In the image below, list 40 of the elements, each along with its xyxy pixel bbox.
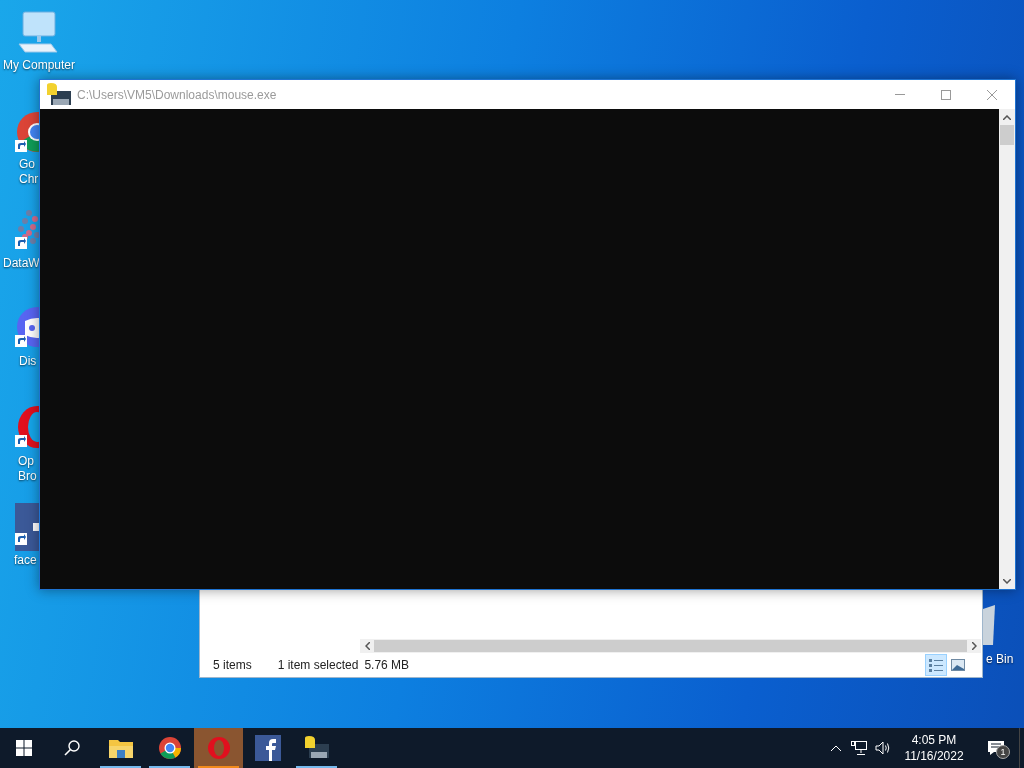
folder-icon	[108, 738, 133, 758]
file-size: 5.76 MB	[364, 657, 410, 674]
icon-label: Op	[18, 454, 34, 469]
icon-label: Bro	[18, 469, 37, 484]
icon-label: My Computer	[3, 58, 76, 73]
computer-icon	[15, 10, 61, 54]
details-icon	[928, 658, 944, 672]
search-icon	[64, 740, 80, 756]
clock[interactable]: 4:05 PM 11/16/2022	[895, 728, 973, 768]
caret-left-icon	[364, 642, 370, 650]
icon-label: e Bin	[986, 652, 1014, 667]
caret-up-icon	[1003, 114, 1011, 120]
icon-label: Go	[19, 157, 35, 172]
horizontal-scrollbar-thumb[interactable]	[374, 640, 967, 652]
maximize-icon	[941, 89, 951, 100]
console-icon	[304, 736, 329, 760]
minimize-icon	[895, 94, 905, 95]
icon-label: face	[14, 553, 37, 568]
details-view-button[interactable]	[925, 654, 947, 676]
speaker-icon	[875, 741, 891, 755]
selection-status: 1 item selected	[277, 657, 359, 674]
vertical-scrollbar-thumb[interactable]	[1000, 125, 1014, 145]
window-title: C:\Users\VM5\Downloads\mouse.exe	[77, 86, 277, 104]
caret-down-icon	[1003, 578, 1011, 584]
notification-count-badge: 1	[996, 745, 1010, 759]
opera-icon	[206, 736, 231, 760]
image-icon	[951, 659, 965, 671]
caret-up-icon	[831, 745, 841, 751]
close-icon	[987, 89, 997, 100]
caret-right-icon	[971, 642, 977, 650]
icon-label: Chr	[19, 172, 39, 187]
console-icon	[47, 82, 71, 107]
action-center-button[interactable]: 1	[973, 728, 1019, 768]
facebook-icon	[254, 735, 281, 761]
icon-label: Dis	[19, 354, 37, 369]
network-icon	[851, 741, 867, 755]
windows-logo-icon	[16, 740, 32, 756]
item-count: 5 items	[213, 657, 252, 674]
icon-label: DataW	[3, 256, 40, 271]
chrome-icon	[157, 736, 182, 760]
